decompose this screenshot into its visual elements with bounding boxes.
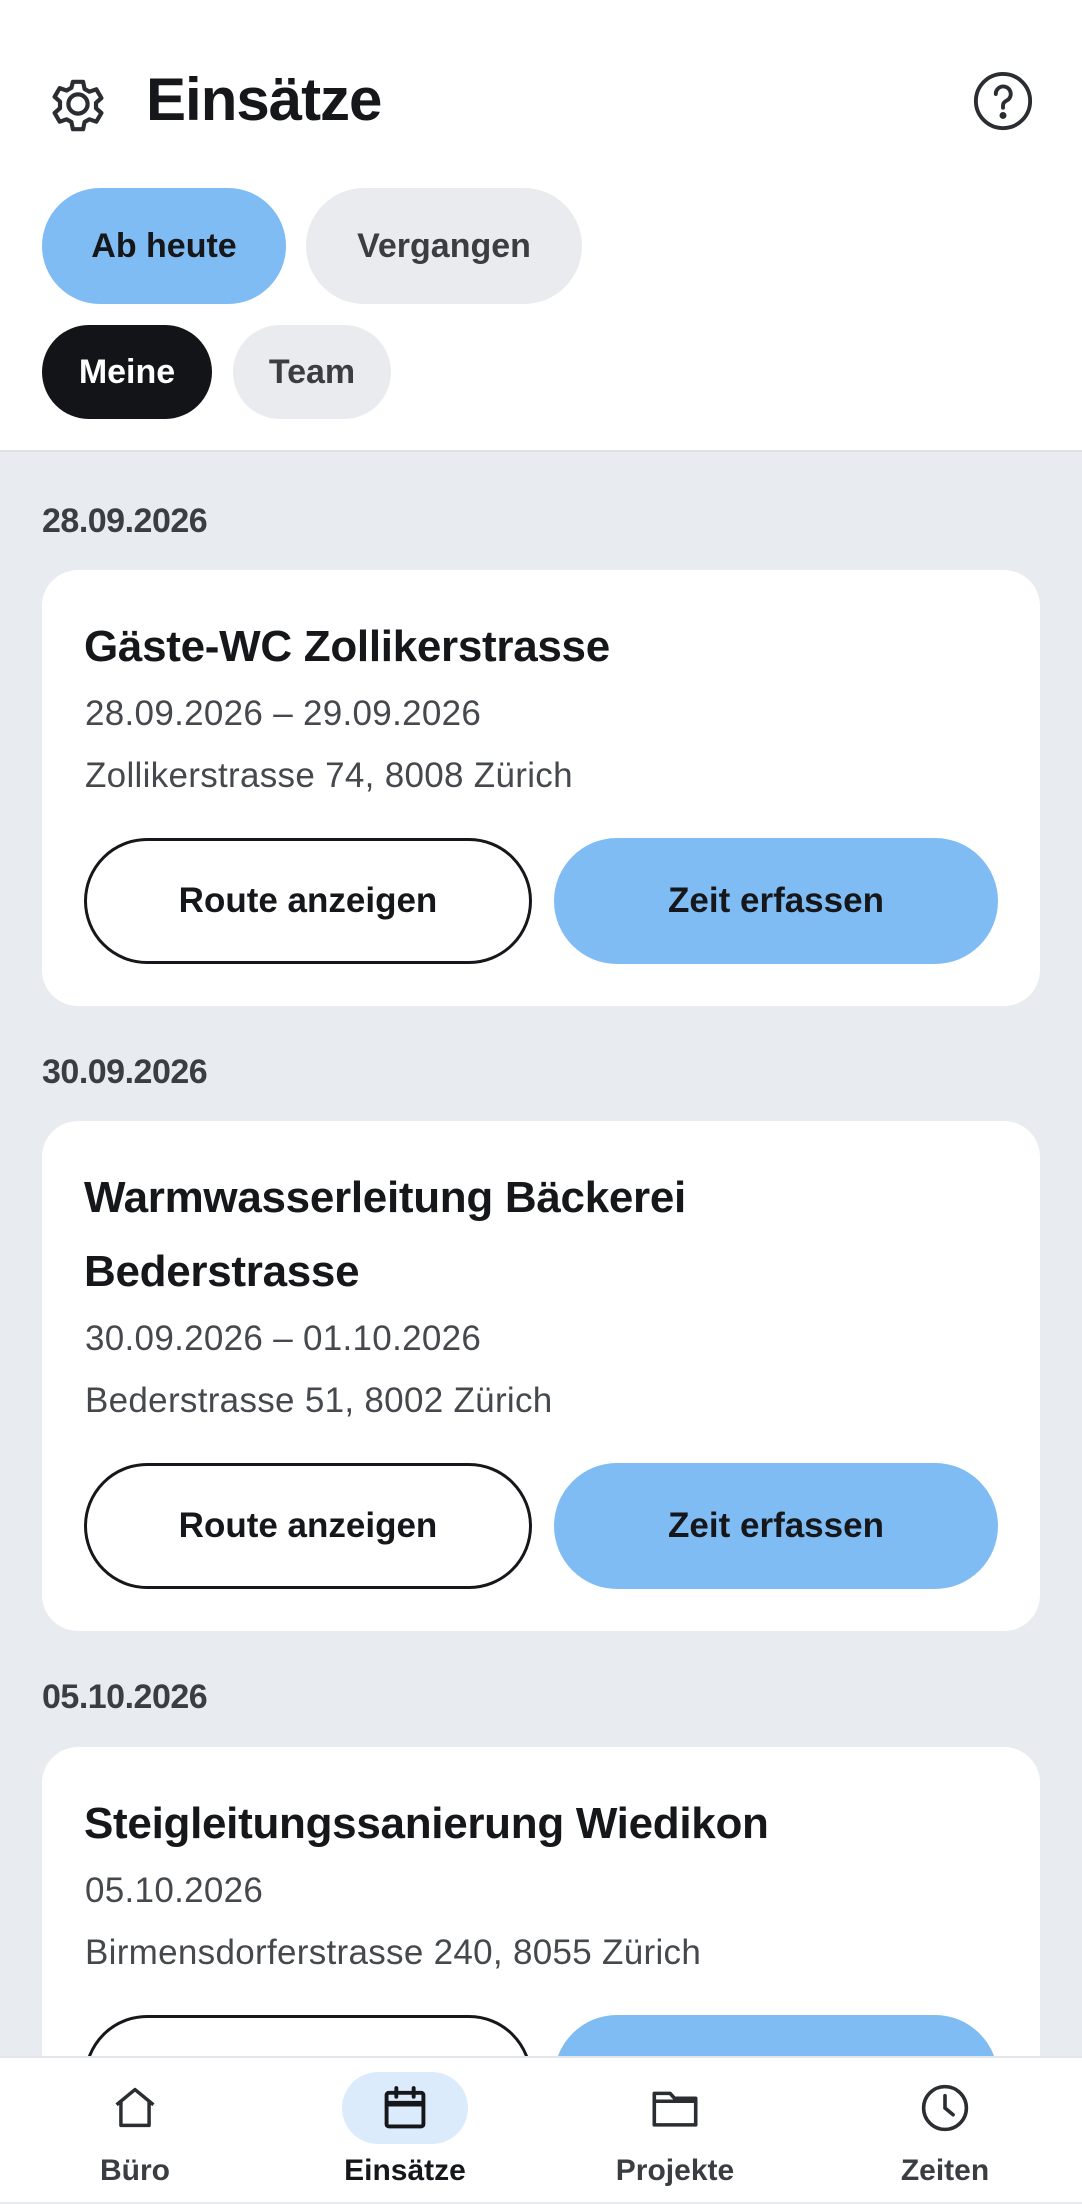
assignment-date-range: 30.09.2026 – 01.10.2026 <box>85 1319 482 1358</box>
page-title: Einsätze <box>146 66 382 133</box>
log-time-button[interactable]: Zeit erfassen <box>554 838 998 964</box>
home-icon <box>72 2072 198 2144</box>
date-group-header: 05.10.2026 <box>42 1678 208 1716</box>
assignment-card[interactable]: Steigleitungssanierung Wiedikon 05.10.20… <box>42 1747 1040 2141</box>
log-time-button[interactable]: Zeit erfassen <box>554 1463 998 1589</box>
nav-item-zeiten[interactable]: Zeiten <box>810 2058 1080 2204</box>
filter-chip-team[interactable]: Team <box>233 325 391 419</box>
assignment-address: Bederstrasse 51, 8002 Zürich <box>85 1381 553 1420</box>
nav-label: Zeiten <box>900 2154 990 2187</box>
date-group-header: 28.09.2026 <box>42 502 208 540</box>
settings-gear-icon[interactable] <box>42 68 114 140</box>
date-group-header: 30.09.2026 <box>42 1053 208 1091</box>
nav-item-einsaetze[interactable]: Einsätze <box>270 2058 540 2204</box>
route-button[interactable]: Route anzeigen <box>84 838 532 964</box>
assignment-date-range: 05.10.2026 <box>85 1871 264 1910</box>
folder-icon <box>612 2072 738 2144</box>
nav-item-projekte[interactable]: Projekte <box>540 2058 810 2204</box>
help-icon[interactable] <box>972 70 1034 132</box>
clock-icon <box>882 2072 1008 2144</box>
nav-item-buero[interactable]: Büro <box>0 2058 270 2204</box>
nav-label: Büro <box>100 2154 170 2187</box>
filter-chip-meine[interactable]: Meine <box>42 325 212 419</box>
bottom-navigation: Büro Einsätze Projekte Zeiten <box>0 2056 1082 2202</box>
assignment-card[interactable]: Warmwasserleitung Bäckerei Bederstrasse … <box>42 1121 1040 1631</box>
filter-chip-ab-heute[interactable]: Ab heute <box>42 188 286 304</box>
nav-label: Einsätze <box>344 2154 466 2187</box>
assignment-address: Zollikerstrasse 74, 8008 Zürich <box>85 756 573 795</box>
calendar-icon <box>342 2072 468 2144</box>
assignment-card[interactable]: Gäste-WC Zollikerstrasse 28.09.2026 – 29… <box>42 570 1040 1006</box>
assignment-date-range: 28.09.2026 – 29.09.2026 <box>85 694 482 733</box>
assignment-title: Steigleitungssanierung Wiedikon <box>84 1799 769 1848</box>
route-button[interactable]: Route anzeigen <box>84 1463 532 1589</box>
filter-chip-vergangen[interactable]: Vergangen <box>306 188 582 304</box>
nav-label: Projekte <box>615 2154 735 2187</box>
app-header: Einsätze Ab heute Vergangen Meine Team <box>0 0 1082 452</box>
assignment-title: Warmwasserleitung Bäckerei Bederstrasse <box>84 1173 686 1296</box>
assignment-address: Birmensdorferstrasse 240, 8055 Zürich <box>85 1933 702 1972</box>
assignment-title: Gäste-WC Zollikerstrasse <box>84 622 610 671</box>
